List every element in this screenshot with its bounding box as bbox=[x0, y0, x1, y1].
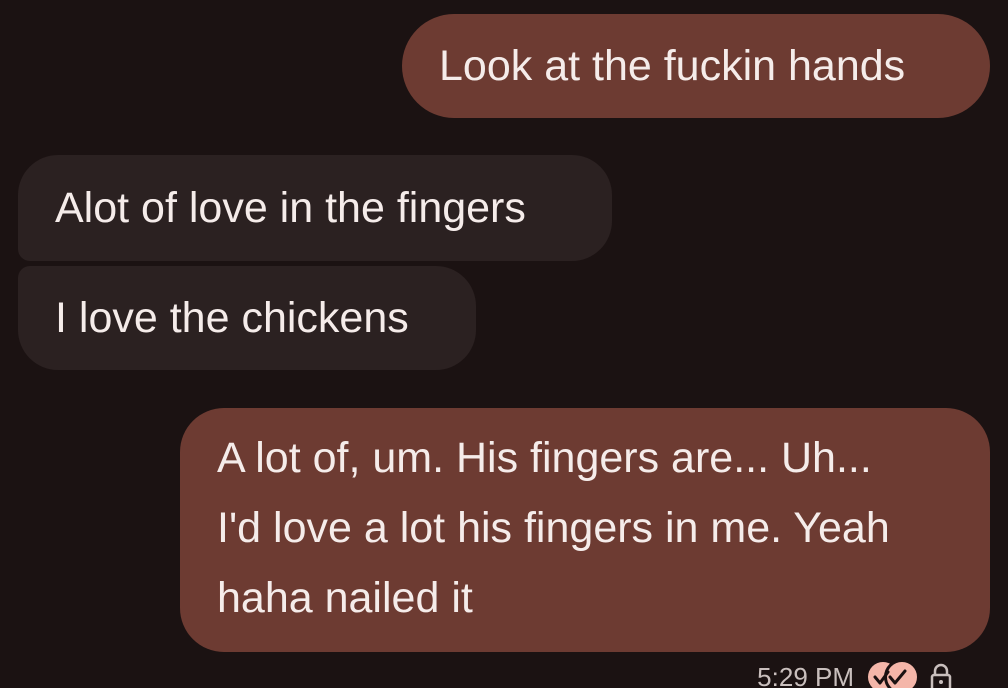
lock-icon bbox=[930, 663, 952, 688]
incoming-message-bubble[interactable]: I love the chickens bbox=[18, 266, 476, 370]
message-text: I love the chickens bbox=[55, 294, 409, 342]
message-meta: 5:29 PM bbox=[757, 659, 952, 688]
conversation-thread: Look at the fuckin hands Alot of love in… bbox=[0, 0, 1008, 688]
outgoing-message-bubble[interactable]: Look at the fuckin hands bbox=[402, 14, 990, 118]
double-check-icon bbox=[868, 659, 920, 688]
message-text-line: I'd love a lot his fingers in me. Yeah bbox=[217, 504, 890, 552]
message-text-line: haha nailed it bbox=[217, 574, 473, 622]
message-text: Look at the fuckin hands bbox=[439, 42, 906, 90]
message-text-line: A lot of, um. His fingers are... Uh... bbox=[217, 434, 872, 482]
outgoing-message-bubble[interactable]: A lot of, um. His fingers are... Uh... I… bbox=[180, 408, 990, 652]
message-text: Alot of love in the fingers bbox=[55, 184, 526, 232]
incoming-message-bubble[interactable]: Alot of love in the fingers bbox=[18, 155, 612, 261]
message-timestamp: 5:29 PM bbox=[757, 661, 854, 688]
